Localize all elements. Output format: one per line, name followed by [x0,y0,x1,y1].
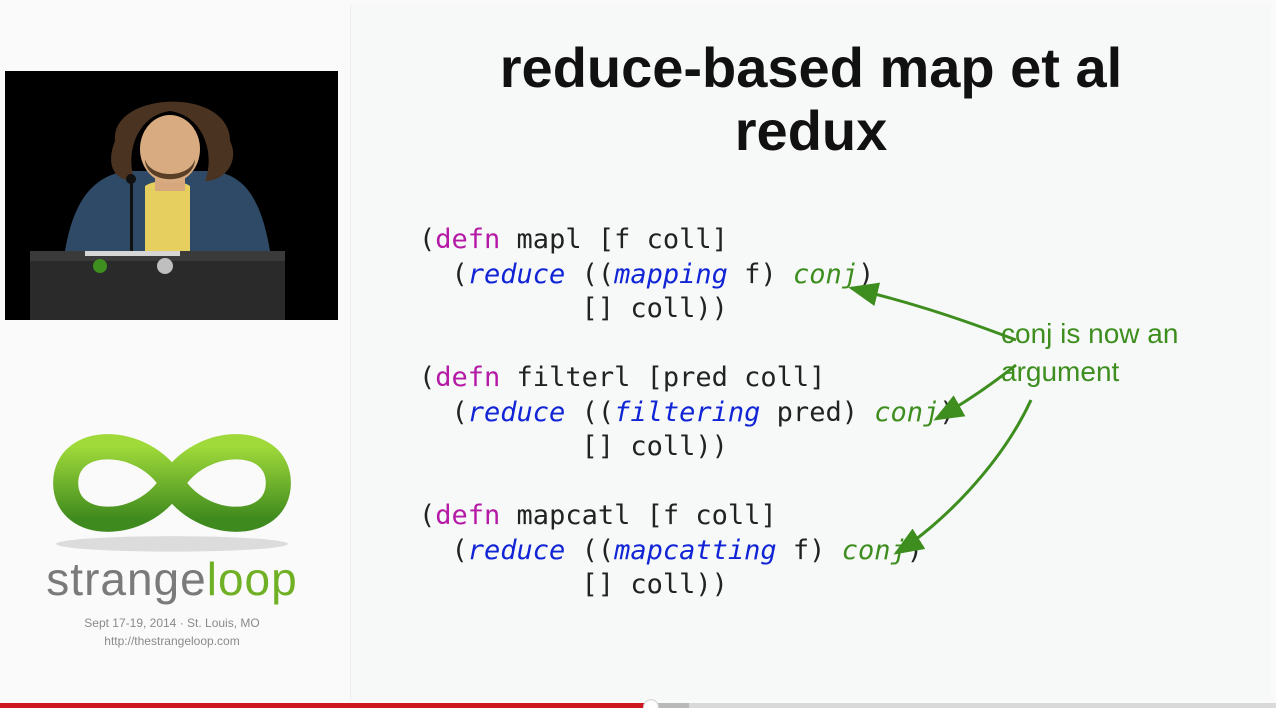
conference-caption: Sept 17-19, 2014 · St. Louis, MO http://… [22,614,322,650]
speaker-illustration [5,71,338,320]
video-scrubber-knob[interactable] [643,699,659,708]
code-block-1: (defn mapl [f coll] (reduce ((mapping f)… [419,224,874,324]
conference-branding: strangeloop Sept 17-19, 2014 · St. Louis… [22,408,322,650]
conference-dates: Sept 17-19, 2014 · St. Louis, MO [22,614,322,632]
conference-url: http://thestrangeloop.com [22,632,322,650]
infinity-logo-icon [27,408,317,558]
speaker-video-thumbnail [5,71,338,320]
annotation-line2: argument [1001,353,1241,391]
code-block-2: (defn filterl [pred coll] (reduce ((filt… [419,362,956,462]
slide: reduce-based map et al redux (defn mapl … [350,5,1271,700]
conference-name: strangeloop [22,552,322,606]
annotation-line1: conj is now an [1001,315,1241,353]
annotation-text: conj is now an argument [1001,315,1241,391]
conference-name-prefix: strange [46,553,206,605]
code-listing: (defn mapl [f coll] (reduce ((mapping f)… [419,223,956,603]
video-progress-bar[interactable] [0,703,1276,708]
slide-title: reduce-based map et al redux [351,37,1271,162]
slide-title-line2: redux [351,100,1271,163]
conference-name-accent: loop [207,553,298,605]
video-played-indicator [0,703,651,708]
sidebar: strangeloop Sept 17-19, 2014 · St. Louis… [0,0,350,700]
code-block-3: (defn mapcatl [f coll] (reduce ((mapcatt… [419,500,923,600]
slide-title-line1: reduce-based map et al [351,37,1271,100]
